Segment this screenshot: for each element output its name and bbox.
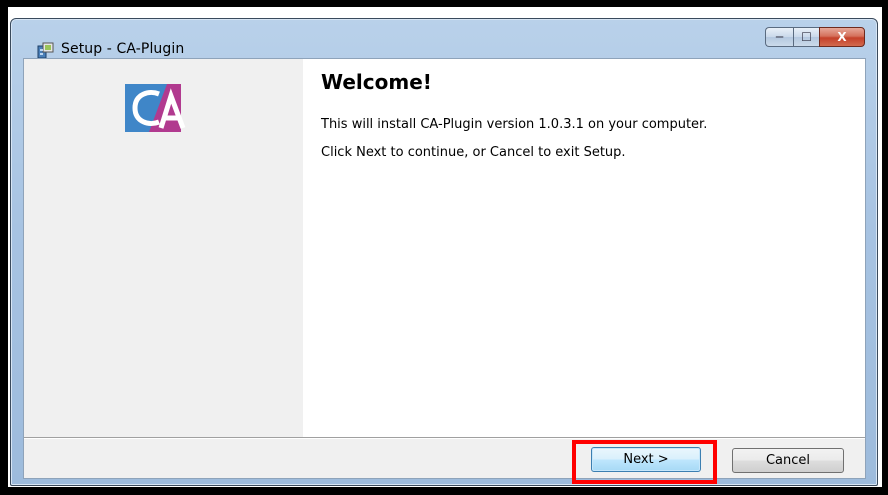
install-info-text: This will install CA-Plugin version 1.0.… (321, 117, 708, 132)
close-button[interactable]: X (819, 27, 865, 47)
maximize-button[interactable]: ☐ (793, 27, 819, 47)
minimize-icon: ─ (775, 30, 784, 44)
wizard-sidebar (24, 59, 303, 437)
maximize-icon: ☐ (801, 30, 812, 44)
wizard-client-area: Welcome! This will install CA-Plugin ver… (23, 58, 866, 484)
minimize-button[interactable]: ─ (765, 27, 793, 47)
screen-border-right (882, 0, 888, 495)
ca-logo (125, 84, 186, 132)
setup-app-icon (37, 42, 54, 59)
screen-border-top (0, 0, 888, 7)
screen-border-left (0, 0, 8, 495)
instruction-text: Click Next to continue, or Cancel to exi… (321, 145, 626, 160)
welcome-heading: Welcome! (321, 70, 432, 94)
wizard-content: Welcome! This will install CA-Plugin ver… (303, 59, 865, 437)
close-icon: X (837, 30, 847, 44)
wizard-footer: Next > Cancel (24, 439, 865, 478)
setup-window: Setup - CA-Plugin ─ ☐ X Welcome! This wi… (10, 18, 878, 486)
cancel-button[interactable]: Cancel (732, 448, 844, 473)
window-title: Setup - CA-Plugin (61, 41, 185, 57)
screen-border-bottom (0, 487, 888, 495)
window-controls: ─ ☐ X (765, 27, 865, 49)
next-button[interactable]: Next > (591, 447, 701, 472)
